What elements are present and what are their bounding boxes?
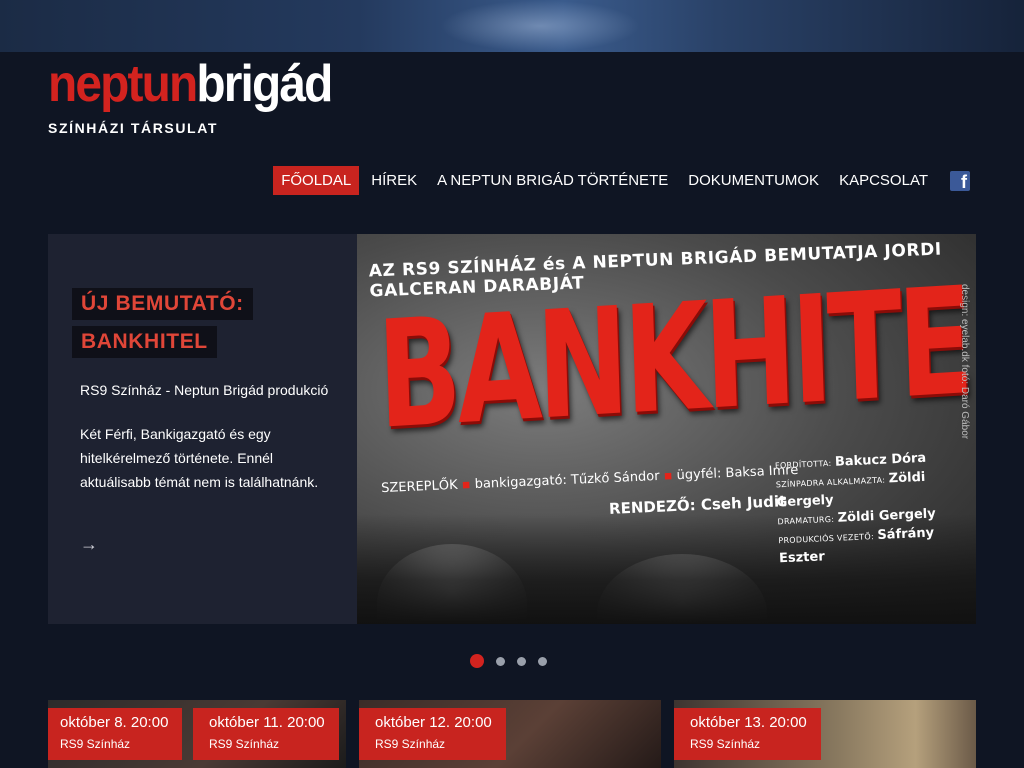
poster-cast-role: ügyfél: (676, 466, 722, 484)
slide-paragraph-production: RS9 Színház - Neptun Brigád produkció (80, 382, 329, 398)
nav-item-history[interactable]: A NEPTUN BRIGÁD TÖRTÉNETE (429, 166, 676, 195)
nav-item-contact[interactable]: KAPCSOLAT (831, 166, 936, 195)
event-card[interactable]: október 13. 20:00 RS9 Színház (674, 700, 976, 768)
slider-pagination (470, 654, 547, 668)
slider-dot-4[interactable] (538, 656, 547, 666)
main-navigation: FŐOLDAL HÍREK A NEPTUN BRIGÁD TÖRTÉNETE … (273, 166, 970, 195)
event-date: október 12. 20:00 (375, 714, 492, 731)
logo-text-white: brigád (196, 55, 333, 113)
event-venue: RS9 Színház (60, 737, 131, 751)
slide-description: RS9 Színház - Neptun Brigád produkció Ké… (72, 378, 333, 494)
poster-vertical-credit: design: eyelab.dk fotó: Daró Gábor (959, 284, 970, 440)
slide-paragraph-story: Két Férfi, Bankigazgató és egy hitelkére… (80, 426, 319, 490)
poster-credits: FORDÍTOTTA: Bakucz Dóra SZÍNPADRA ALKALM… (775, 448, 976, 569)
slider-dot-3[interactable] (517, 656, 526, 666)
site-logo[interactable]: neptunbrigád SZÍNHÁZI TÁRSULAT (48, 56, 356, 136)
slide-poster-image[interactable]: AZ RS9 SZÍNHÁZ és A NEPTUN BRIGÁD BEMUTA… (357, 234, 976, 624)
event-card[interactable]: október 12. 20:00 RS9 Színház (359, 700, 661, 768)
poster-director-label: RENDEZŐ: (608, 496, 697, 518)
slide-text-panel: ÚJ BEMUTATÓ: BANKHITEL RS9 Színház - Nep… (48, 234, 357, 624)
arrow-right-icon[interactable]: → (80, 534, 98, 555)
facebook-icon[interactable] (950, 170, 970, 193)
logo-tagline: SZÍNHÁZI TÁRSULAT (48, 120, 219, 136)
hero-slider: ÚJ BEMUTATÓ: BANKHITEL RS9 Színház - Nep… (48, 234, 976, 624)
nav-item-documents[interactable]: DOKUMENTUMOK (680, 166, 827, 195)
event-badge: október 12. 20:00 RS9 Színház (359, 708, 506, 760)
event-date: október 8. 20:00 (60, 714, 169, 731)
slider-dot-1[interactable] (470, 654, 484, 668)
event-venue: RS9 Színház (690, 737, 761, 751)
poster-director-name: Cseh Judit (700, 492, 787, 514)
event-badge: október 13. 20:00 RS9 Színház (674, 708, 821, 760)
slide-title-line-2: BANKHITEL (72, 326, 217, 358)
event-date: október 13. 20:00 (690, 714, 807, 731)
event-card[interactable]: október 8. 20:00 RS9 Színház október 11.… (48, 700, 346, 768)
event-venue: RS9 Színház (375, 737, 446, 751)
event-badge: október 8. 20:00 RS9 Színház (48, 708, 183, 760)
logo-text-red: neptun (48, 55, 198, 113)
page: neptunbrigád SZÍNHÁZI TÁRSULAT FŐOLDAL H… (0, 52, 1024, 768)
event-date: október 11. 20:00 (209, 714, 325, 731)
slide-title-line-1: ÚJ BEMUTATÓ: (72, 288, 253, 320)
slider-dot-2[interactable] (496, 656, 505, 666)
nav-item-news[interactable]: HÍREK (363, 166, 425, 195)
header-background-strip (0, 0, 1024, 52)
nav-item-home[interactable]: FŐOLDAL (273, 166, 360, 195)
event-venue: RS9 Színház (209, 737, 280, 751)
event-badge: október 11. 20:00 RS9 Színház (193, 708, 339, 760)
